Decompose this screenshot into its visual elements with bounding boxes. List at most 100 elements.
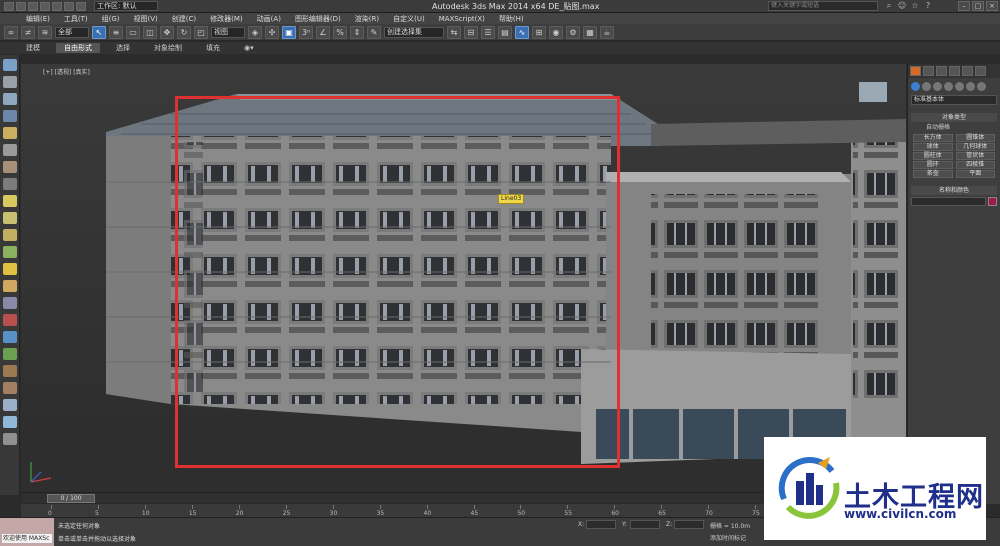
settings-icon[interactable] — [2, 433, 17, 445]
hierarchy-tab-icon[interactable] — [936, 66, 947, 76]
cylinder-button[interactable]: 圆柱体 — [913, 152, 953, 160]
rotate-icon[interactable]: ↻ — [177, 25, 191, 39]
teapot-button[interactable]: 茶壶 — [913, 170, 953, 178]
menu-maxscript[interactable]: MAXScript(X) — [439, 15, 485, 23]
select-manipulate-icon[interactable]: ✣ — [265, 25, 279, 39]
percent-snap-icon[interactable]: % — [333, 25, 347, 39]
star-icon[interactable]: ☆ — [910, 1, 920, 11]
torus-primitive-icon[interactable] — [2, 246, 17, 258]
lights-icon[interactable] — [933, 81, 942, 91]
rect-selection-icon[interactable]: ▭ — [126, 25, 140, 39]
menu-customize[interactable]: 自定义(U) — [393, 14, 425, 24]
angle-snap-icon[interactable]: ∠ — [316, 25, 330, 39]
x-coordinate-field[interactable] — [586, 520, 616, 529]
menu-views[interactable]: 视图(V) — [134, 14, 158, 24]
spinner-snap-icon[interactable]: ⇕ — [350, 25, 364, 39]
sphere-button[interactable]: 球体 — [913, 143, 953, 151]
tab-modeling[interactable]: 建模 — [18, 43, 48, 53]
spacewarps-icon[interactable] — [966, 81, 975, 91]
helper-icon[interactable] — [2, 161, 17, 173]
mirror-icon[interactable]: ⇆ — [447, 25, 461, 39]
primitive-category-dropdown[interactable]: 标准基本体 — [911, 95, 997, 105]
named-selection-sets-dropdown[interactable]: 创建选择集 — [384, 26, 444, 38]
geometry-icon[interactable] — [911, 81, 920, 91]
render-production-icon[interactable]: ☕ — [600, 25, 614, 39]
viewport-label[interactable]: [+] [透视] [真实] — [43, 67, 90, 76]
bind-space-warp-icon[interactable]: ≋ — [38, 25, 52, 39]
scene-explorer-icon[interactable] — [2, 59, 17, 71]
shapes-icon[interactable] — [922, 81, 931, 91]
menu-edit[interactable]: 编辑(E) — [26, 14, 50, 24]
display-tab-icon[interactable] — [962, 66, 973, 76]
menu-group[interactable]: 组(G) — [102, 14, 120, 24]
menu-help[interactable]: 帮助(H) — [499, 14, 524, 24]
maxscript-listener[interactable]: 欢迎使用 MAXSc — [0, 518, 54, 546]
maximize-button[interactable]: □ — [972, 1, 984, 11]
curve-editor-icon[interactable]: ∿ — [515, 25, 529, 39]
cameras-icon[interactable] — [944, 81, 953, 91]
isolate-icon[interactable] — [2, 110, 17, 122]
ribbon-options-icon[interactable]: ◉▾ — [236, 43, 262, 53]
tab-populate[interactable]: 填充 — [198, 43, 228, 53]
space-warp-icon[interactable] — [2, 178, 17, 190]
scale-icon[interactable]: ◰ — [194, 25, 208, 39]
tab-selection[interactable]: 选择 — [108, 43, 138, 53]
menu-modifiers[interactable]: 修改器(M) — [210, 14, 243, 24]
user-icon[interactable]: ☺ — [897, 1, 907, 11]
box-primitive-icon[interactable] — [2, 195, 17, 207]
menu-tools[interactable]: 工具(T) — [64, 14, 88, 24]
reference-coordinate-dropdown[interactable]: 视图 — [211, 26, 245, 38]
app-menu-icon[interactable] — [4, 1, 14, 11]
pyramid-button[interactable]: 四棱锥 — [955, 161, 995, 169]
time-slider-thumb[interactable]: 0 / 100 — [47, 494, 95, 503]
keyboard-shortcut-icon[interactable]: ▣ — [282, 25, 296, 39]
torus-button[interactable]: 圆环 — [913, 161, 953, 169]
binoculars-icon[interactable]: ⌕ — [884, 1, 894, 11]
y-coordinate-field[interactable] — [630, 520, 660, 529]
align-icon[interactable]: ⊟ — [464, 25, 478, 39]
open-file-icon[interactable] — [28, 1, 38, 11]
edit-named-selection-icon[interactable]: ✎ — [367, 25, 381, 39]
minimize-button[interactable]: – — [958, 1, 970, 11]
container-icon[interactable] — [2, 93, 17, 105]
autogrid-checkbox[interactable]: 自动栅格 — [908, 124, 1000, 132]
material-editor-icon[interactable]: ◉ — [549, 25, 563, 39]
link-icon[interactable]: ∞ — [4, 25, 18, 39]
schematic-view-icon[interactable]: ⊞ — [532, 25, 546, 39]
sphere-primitive-icon[interactable] — [2, 212, 17, 224]
search-input[interactable]: 键入关键字或短语 — [768, 1, 878, 11]
biped-icon[interactable] — [2, 365, 17, 377]
object-type-rollout[interactable]: 对象类型 — [911, 113, 997, 122]
undo-icon[interactable] — [52, 1, 62, 11]
unlink-icon[interactable]: ≠ — [21, 25, 35, 39]
foliage-icon[interactable] — [2, 348, 17, 360]
particle-icon[interactable] — [2, 297, 17, 309]
select-by-name-icon[interactable]: ≡ — [109, 25, 123, 39]
modifier-icon[interactable] — [2, 314, 17, 326]
menu-create[interactable]: 创建(C) — [172, 14, 196, 24]
tab-freeform[interactable]: 自由形式 — [56, 43, 100, 53]
layer-explorer-icon[interactable] — [2, 76, 17, 88]
menu-graph-editors[interactable]: 图形编辑器(D) — [295, 14, 341, 24]
rendered-frame-icon[interactable]: ▦ — [583, 25, 597, 39]
motion-tab-icon[interactable] — [949, 66, 960, 76]
object-name-input[interactable] — [911, 197, 986, 206]
graphite-toggle-icon[interactable]: ▤ — [498, 25, 512, 39]
select-object-icon[interactable]: ↖ — [92, 25, 106, 39]
menu-animation[interactable]: 动画(A) — [257, 14, 281, 24]
cone-button[interactable]: 圆锥体 — [955, 134, 995, 142]
close-button[interactable]: × — [986, 1, 998, 11]
create-tab-icon[interactable] — [910, 66, 921, 76]
helpers-icon[interactable] — [955, 81, 964, 91]
add-time-tag-button[interactable]: 添加时间标记 — [710, 533, 746, 542]
tube-button[interactable]: 管状体 — [955, 152, 995, 160]
tab-object-paint[interactable]: 对象绘制 — [146, 43, 190, 53]
snap-3d-icon[interactable]: 3ⁿ — [299, 25, 313, 39]
geosphere-button[interactable]: 几何球体 — [955, 143, 995, 151]
camera-icon[interactable] — [2, 144, 17, 156]
move-icon[interactable]: ✥ — [160, 25, 174, 39]
omni-light-icon[interactable] — [2, 280, 17, 292]
object-color-swatch[interactable] — [988, 197, 997, 206]
systems-icon[interactable] — [977, 81, 986, 91]
sun-light-icon[interactable] — [2, 263, 17, 275]
